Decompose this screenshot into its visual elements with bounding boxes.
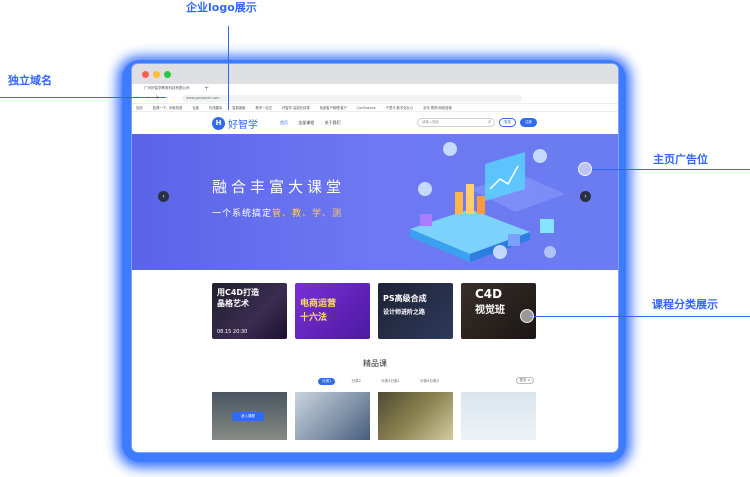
course-thumbnail bbox=[461, 392, 536, 444]
category-line1: C4D bbox=[475, 287, 503, 301]
logo-mark-icon: H bbox=[212, 117, 225, 130]
browser-window: 广州好智学教育科技有限公司 + ← → ↻ www.gzhaozhi.com 应… bbox=[132, 64, 618, 452]
close-window-button[interactable] bbox=[142, 71, 149, 78]
category-line2: 设计师进阶之路 bbox=[383, 309, 426, 316]
nav-all-courses[interactable]: 全部课程 bbox=[298, 120, 314, 125]
bookmark-item[interactable]: 免费客户管理·客户 bbox=[320, 106, 347, 110]
category-card[interactable]: 电商运营 十六法 bbox=[295, 283, 370, 339]
course-card[interactable]: 进入课程 bbox=[212, 392, 287, 444]
bookmark-item[interactable]: 智能客服 bbox=[232, 106, 245, 110]
filter-tab[interactable]: 分类1 bbox=[318, 378, 336, 385]
annotation-home-ad: 主页广告位 bbox=[653, 153, 708, 166]
login-button[interactable]: 登录 bbox=[499, 118, 516, 127]
annotation-course-category-line bbox=[530, 316, 750, 317]
search-input[interactable]: 请输入搜索 ⌕ bbox=[417, 118, 495, 127]
banner-subtitle-highlight: 管、教、学、测 bbox=[272, 209, 343, 219]
category-line3: 08.15 20:30 bbox=[217, 329, 248, 335]
bookmark-item[interactable]: 好智学·高能在线课 bbox=[282, 106, 309, 110]
more-button[interactable]: 更多 > bbox=[516, 377, 534, 384]
bookmark-item[interactable]: Confluence bbox=[357, 106, 376, 110]
nav-home[interactable]: 首页 bbox=[280, 120, 288, 125]
banner-subtitle-pre: 一个系统搞定 bbox=[212, 209, 273, 219]
register-button[interactable]: 注册 bbox=[520, 118, 537, 127]
card-caption bbox=[461, 440, 536, 444]
category-line1: 用C4D打造 bbox=[217, 288, 260, 297]
course-card[interactable] bbox=[461, 392, 536, 444]
enter-course-button[interactable]: 进入课程 bbox=[232, 412, 264, 421]
annotation-domain-line bbox=[0, 97, 168, 98]
category-line1: PS高级合成 bbox=[383, 294, 427, 303]
banner-prev-button[interactable]: ‹ bbox=[158, 191, 169, 202]
category-card[interactable]: 用C4D打造 晶格艺术 08.15 20:30 bbox=[212, 283, 287, 339]
banner-subtitle: 一个系统搞定管、教、学、测 bbox=[212, 206, 342, 219]
annotation-logo-display: 企业logo展示 bbox=[186, 1, 257, 14]
annotation-logo-line bbox=[228, 26, 229, 110]
annotation-course-category-marker bbox=[520, 309, 534, 323]
title-bar bbox=[132, 64, 618, 84]
site-logo[interactable]: H 好智学 bbox=[212, 116, 258, 131]
filter-tab[interactable]: 分类2 bbox=[347, 378, 364, 385]
stage: 广州好智学教育科技有限公司 + ← → ↻ www.gzhaozhi.com 应… bbox=[0, 0, 750, 477]
bookmark-item[interactable]: 教学一站式 bbox=[256, 106, 272, 110]
home-banner[interactable]: 融合丰富大课堂 一个系统搞定管、教、学、测 ‹ › bbox=[132, 134, 618, 270]
banner-title: 融合丰富大课堂 bbox=[212, 178, 346, 196]
category-card[interactable]: PS高级合成 设计师进阶之路 bbox=[378, 283, 453, 339]
course-card[interactable] bbox=[378, 392, 453, 444]
bookmark-item[interactable]: 蓝课一下，你就知道 bbox=[153, 106, 183, 110]
new-tab-button[interactable]: + bbox=[204, 84, 209, 93]
site-header: H 好智学 首页 全部课程 关于我们 请输入搜索 ⌕ 登录 注册 bbox=[132, 112, 618, 134]
filter-tab[interactable]: 分类4分类5 bbox=[416, 378, 443, 385]
card-caption bbox=[295, 440, 370, 444]
minimize-window-button[interactable] bbox=[153, 71, 160, 78]
nav-about[interactable]: 关于我们 bbox=[325, 120, 341, 125]
bookmark-item[interactable]: 在线翻译 bbox=[209, 106, 222, 110]
course-thumbnail bbox=[378, 392, 453, 444]
card-caption bbox=[212, 440, 287, 444]
logo-text: 好智学 bbox=[228, 120, 258, 131]
nav-arrows-icon[interactable]: ← → ↻ bbox=[136, 95, 162, 101]
bookmark-item[interactable]: 千里马·数字化办公 bbox=[386, 106, 413, 110]
annotation-domain-marker bbox=[166, 90, 180, 104]
category-line2: 十六法 bbox=[300, 313, 328, 323]
address-bar-row: ← → ↻ www.gzhaozhi.com bbox=[132, 93, 618, 104]
category-line2: 晶格艺术 bbox=[217, 299, 249, 308]
section-filters: 分类1 分类2 分类3分类1 分类4分类5 bbox=[318, 378, 455, 385]
category-line2: 视觉班 bbox=[475, 305, 505, 316]
bookmark-item[interactable]: 京东·购物·网络营销 bbox=[423, 106, 451, 110]
address-bar[interactable]: www.gzhaozhi.com bbox=[182, 95, 522, 102]
card-caption bbox=[378, 440, 453, 444]
bookmarks-bar: 应用 蓝课一下，你就知道 百度 在线翻译 智能客服 教学一站式 好智学·高能在线… bbox=[132, 104, 618, 112]
bookmark-item[interactable]: 应用 bbox=[136, 106, 143, 110]
search-icon[interactable]: ⌕ bbox=[488, 119, 491, 126]
course-categories: 用C4D打造 晶格艺术 08.15 20:30 电商运营 十六法 PS高级合成 … bbox=[212, 283, 544, 339]
section-title: 精品课 bbox=[363, 359, 387, 368]
search-placeholder: 请输入搜索 bbox=[422, 120, 439, 124]
course-cards: 进入课程 bbox=[212, 392, 544, 444]
banner-illustration bbox=[410, 142, 565, 262]
course-thumbnail bbox=[295, 392, 370, 444]
annotation-home-ad-marker bbox=[578, 162, 592, 176]
annotation-course-category: 课程分类展示 bbox=[652, 298, 718, 311]
annotation-domain: 独立域名 bbox=[8, 74, 52, 87]
maximize-window-button[interactable] bbox=[164, 71, 171, 78]
banner-pagination bbox=[370, 262, 388, 270]
site-nav: 首页 全部课程 关于我们 bbox=[280, 120, 350, 126]
category-line1: 电商运营 bbox=[300, 299, 337, 309]
annotation-home-ad-line bbox=[590, 169, 750, 170]
bookmark-item[interactable]: 百度 bbox=[192, 106, 199, 110]
course-card[interactable] bbox=[295, 392, 370, 444]
filter-tab[interactable]: 分类3分类1 bbox=[377, 378, 404, 385]
